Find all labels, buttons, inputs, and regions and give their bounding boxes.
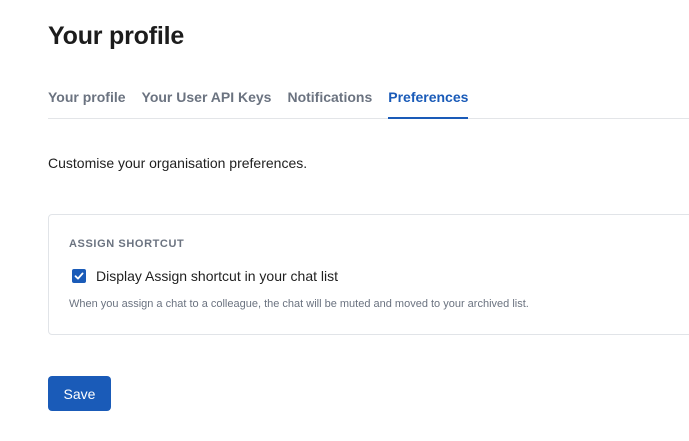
assign-shortcut-card: ASSIGN SHORTCUT Display Assign shortcut … bbox=[48, 214, 689, 335]
assign-shortcut-checkbox-label: Display Assign shortcut in your chat lis… bbox=[96, 268, 338, 284]
profile-page: Your profile Your profile Your User API … bbox=[0, 0, 689, 441]
tab-your-profile[interactable]: Your profile bbox=[48, 88, 126, 119]
checkmark-icon bbox=[74, 272, 84, 280]
assign-shortcut-option[interactable]: Display Assign shortcut in your chat lis… bbox=[72, 268, 338, 284]
assign-shortcut-checkbox[interactable] bbox=[72, 269, 86, 283]
tab-preferences[interactable]: Preferences bbox=[388, 88, 469, 119]
save-button[interactable]: Save bbox=[48, 376, 111, 411]
assign-shortcut-hint: When you assign a chat to a colleague, t… bbox=[69, 298, 529, 310]
page-title: Your profile bbox=[48, 22, 185, 50]
tab-notifications[interactable]: Notifications bbox=[287, 88, 372, 119]
assign-shortcut-heading: ASSIGN SHORTCUT bbox=[69, 238, 185, 250]
tab-user-api-keys[interactable]: Your User API Keys bbox=[142, 88, 272, 119]
preferences-intro: Customise your organisation preferences. bbox=[48, 155, 308, 171]
profile-tabs: Your profile Your User API Keys Notifica… bbox=[48, 88, 689, 119]
